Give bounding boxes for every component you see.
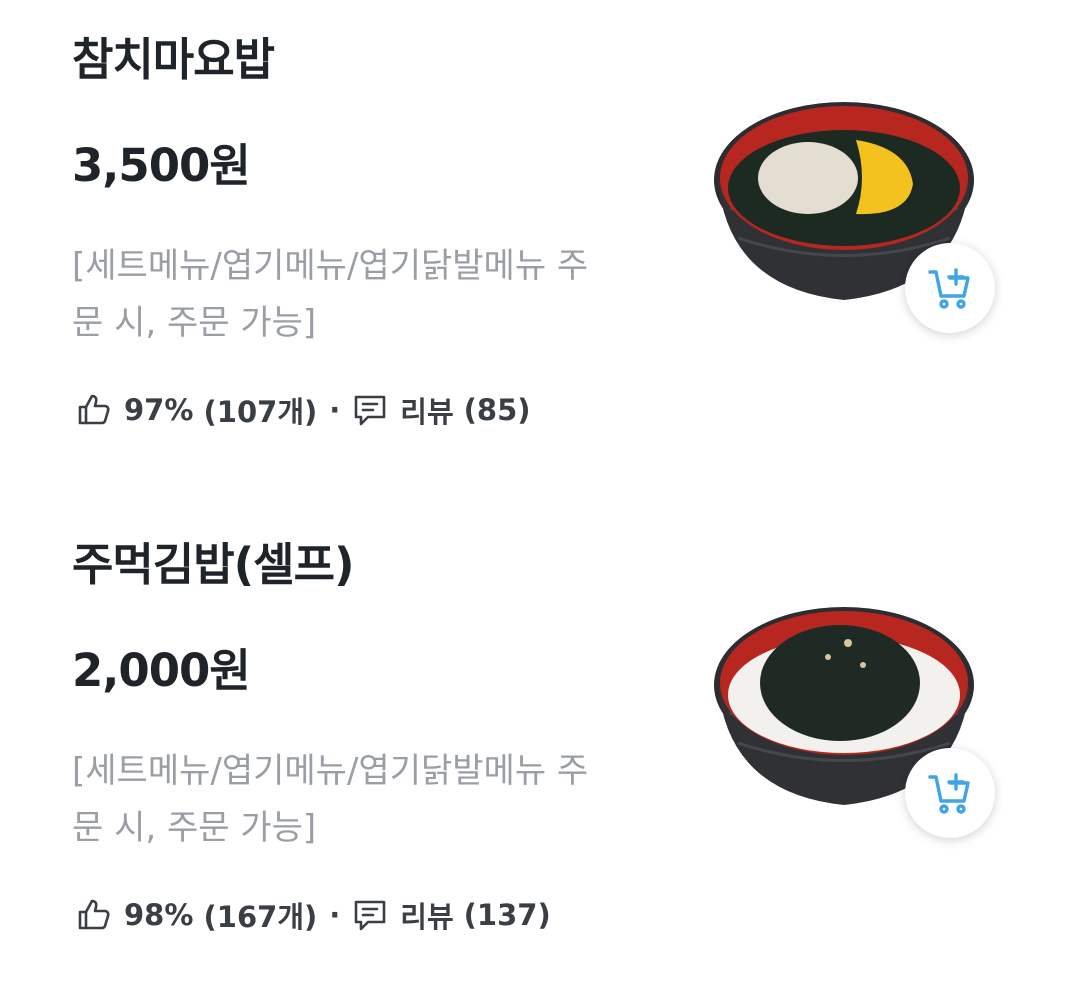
review-count: (85) [463, 393, 531, 427]
review-icon [352, 897, 388, 933]
menu-item-price: 2,000원 [72, 644, 251, 697]
add-to-cart-button[interactable] [905, 748, 995, 838]
review-label: 리뷰 [400, 395, 454, 429]
separator-dot: · [329, 393, 341, 427]
menu-item-description: [세트메뉴/엽기메뉴/엽기닭발메뉴 주문 시, 주문 가능] [72, 751, 589, 848]
menu-item-name: 참치마요밥 [72, 33, 275, 86]
menu-item[interactable]: 주먹김밥(셀프) 2,000원 [세트메뉴/엽기메뉴/엽기닭발메뉴 주문 시, … [0, 505, 1080, 965]
thumbs-up-icon [76, 897, 112, 933]
add-to-cart-icon [928, 268, 970, 309]
review-label: 리뷰 [400, 900, 454, 934]
menu-item[interactable]: 참치마요밥 3,500원 [세트메뉴/엽기메뉴/엽기닭발메뉴 주문 시, 주문 … [0, 0, 1080, 460]
menu-item-name: 주먹김밥(셀프) [72, 538, 355, 591]
like-percent: 97% [124, 393, 194, 427]
menu-item-stats: 98% (167개) · 리뷰 (137) [76, 893, 551, 937]
like-percent: 98% [124, 898, 194, 932]
like-count: (167개) [203, 900, 318, 934]
like-count: (107개) [203, 395, 318, 429]
menu-item-description: [세트메뉴/엽기메뉴/엽기닭발메뉴 주문 시, 주문 가능] [72, 246, 589, 343]
thumbs-up-icon [76, 392, 112, 428]
separator-dot: · [329, 898, 341, 932]
menu-item-price: 3,500원 [72, 139, 251, 192]
menu-item-stats: 97% (107개) · 리뷰 (85) [76, 388, 531, 432]
review-icon [352, 392, 388, 428]
add-to-cart-icon [928, 773, 970, 814]
menu-list: 참치마요밥 3,500원 [세트메뉴/엽기메뉴/엽기닭발메뉴 주문 시, 주문 … [0, 0, 1080, 985]
review-count: (137) [463, 898, 551, 932]
add-to-cart-button[interactable] [905, 243, 995, 333]
